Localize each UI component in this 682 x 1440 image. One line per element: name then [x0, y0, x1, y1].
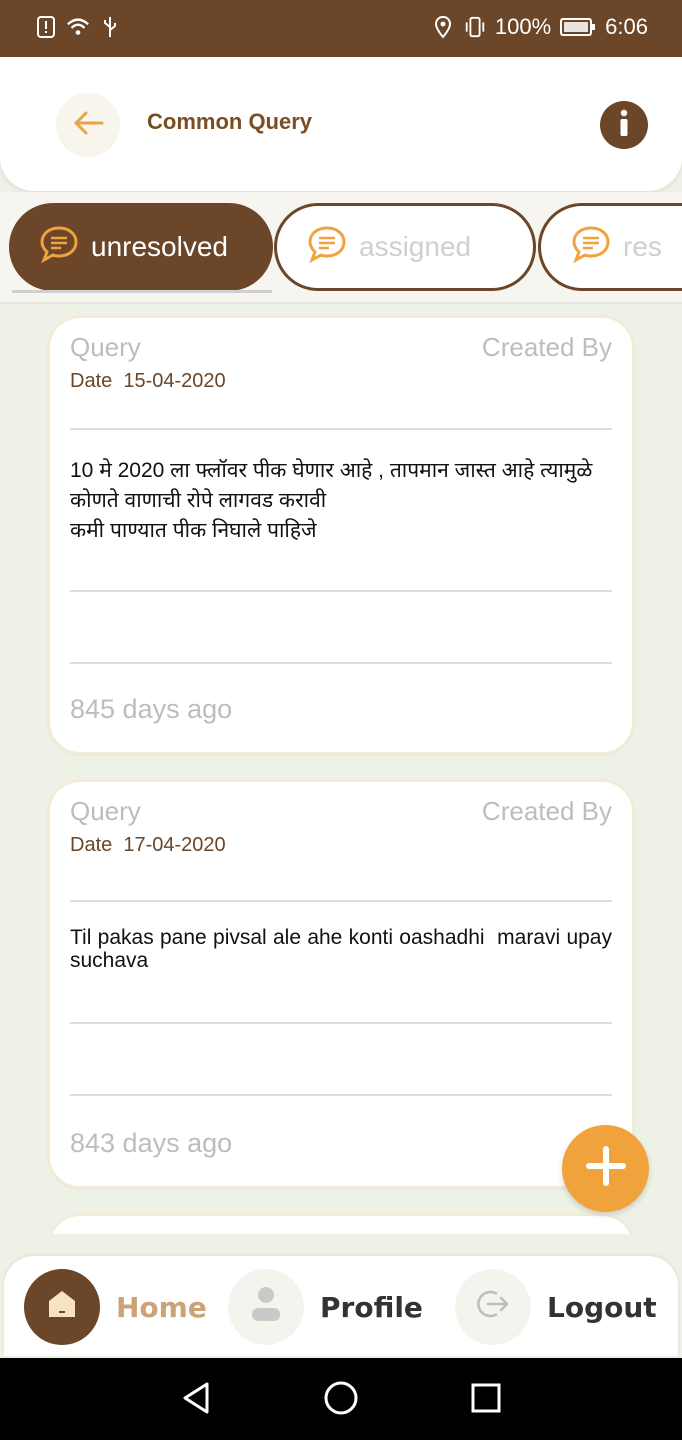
divider — [70, 428, 612, 430]
tab-assigned[interactable]: assigned — [274, 203, 536, 291]
divider — [70, 900, 612, 902]
alert-icon — [34, 14, 58, 40]
chat-icon — [569, 224, 613, 271]
back-button[interactable] — [56, 93, 120, 157]
square-recents-icon — [470, 1382, 502, 1419]
info-icon — [618, 109, 630, 142]
add-query-button[interactable] — [562, 1125, 649, 1212]
user-icon — [249, 1284, 283, 1331]
time-ago: 845 days ago — [70, 694, 233, 724]
status-bar: 100% 6:06 — [0, 0, 682, 57]
bottom-nav: Home Profile Logout — [4, 1256, 678, 1356]
wifi-icon — [66, 14, 90, 40]
tab-label: res — [623, 231, 662, 262]
tab-unresolved[interactable]: unresolved — [9, 203, 273, 291]
battery-percent: 100% — [494, 14, 552, 39]
nav-home-label: Home — [116, 1290, 207, 1324]
nav-logout[interactable]: Logout — [455, 1269, 657, 1345]
tab-resolved[interactable]: res — [538, 203, 682, 291]
query-label: Query — [70, 332, 141, 362]
divider — [70, 662, 612, 664]
time-ago: 843 days ago — [70, 1128, 233, 1158]
plus-icon — [585, 1145, 627, 1192]
recents-nav-button[interactable] — [466, 1380, 506, 1420]
query-card[interactable]: Query Created By Date 15-04-2020 10 मे 2… — [48, 316, 634, 754]
nav-profile-label: Profile — [320, 1290, 423, 1324]
divider — [70, 1094, 612, 1096]
query-text: 10 मे 2020 ला फ्लॉवर पीक घेणार आहे , ताप… — [70, 459, 593, 542]
divider — [70, 1022, 612, 1024]
query-text: Til pakas pane pivsal ale ahe konti oash… — [70, 926, 618, 972]
home-nav-button[interactable] — [321, 1380, 361, 1420]
logout-icon — [475, 1286, 511, 1329]
nav-home[interactable]: Home — [24, 1269, 207, 1345]
query-date: Date 17-04-2020 — [70, 834, 226, 856]
circle-home-icon — [323, 1380, 359, 1421]
tab-indicator — [12, 290, 272, 293]
created-by-label: Created By — [481, 332, 612, 362]
triangle-back-icon — [181, 1381, 211, 1420]
clock: 6:06 — [605, 14, 648, 39]
info-button[interactable] — [600, 101, 648, 149]
chat-icon — [37, 224, 81, 271]
query-list[interactable]: Query Created By Date 15-04-2020 10 मे 2… — [0, 304, 682, 1234]
query-card[interactable] — [48, 1214, 634, 1234]
back-arrow-icon — [72, 110, 104, 141]
location-icon — [431, 14, 455, 40]
back-nav-button[interactable] — [176, 1380, 216, 1420]
nav-profile[interactable]: Profile — [228, 1269, 423, 1345]
divider — [70, 590, 612, 592]
chat-icon — [305, 224, 349, 271]
query-date: Date 15-04-2020 — [70, 370, 226, 392]
nav-logout-label: Logout — [547, 1290, 657, 1324]
vibrate-icon — [463, 14, 487, 40]
tab-label: assigned — [359, 231, 472, 262]
tab-bar: unresolved assigned res — [0, 192, 682, 304]
query-card[interactable]: Query Created By Date 17-04-2020 Til pak… — [48, 780, 634, 1188]
tab-label: unresolved — [91, 231, 228, 262]
app-header: Common Query — [0, 57, 682, 191]
usb-icon — [98, 14, 122, 40]
page-title: Common Query — [147, 109, 313, 134]
system-nav-bar — [0, 1358, 682, 1440]
query-label: Query — [70, 796, 141, 826]
created-by-label: Created By — [481, 796, 612, 826]
home-icon — [45, 1288, 79, 1327]
battery-icon — [559, 14, 597, 40]
